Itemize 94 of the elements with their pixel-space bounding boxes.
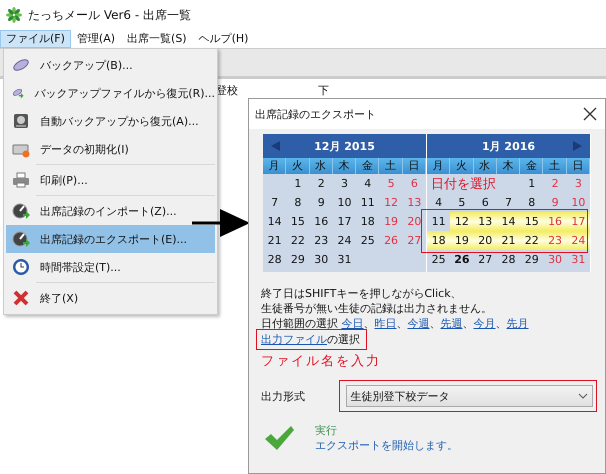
note-text: 生徒番号が無い生徒の記録は出力されません。	[261, 301, 493, 316]
date-range-link[interactable]: 今日	[342, 317, 364, 330]
menu-title[interactable]: ヘルプ(H)	[192, 30, 254, 48]
calendar-day[interactable]: 14	[496, 212, 520, 231]
calendar-day[interactable]: 18	[427, 231, 450, 250]
calendar-day[interactable]: 22	[520, 231, 544, 250]
date-range-link[interactable]: 先月	[506, 317, 528, 330]
calendar-day[interactable]: 15	[286, 212, 310, 231]
calendar-day[interactable]: 8	[286, 193, 310, 212]
calendar-day[interactable]: 22	[286, 231, 310, 250]
calendar-day[interactable]: 2	[310, 174, 333, 193]
menu-title[interactable]: ファイル(F)	[0, 30, 71, 48]
calendar-day[interactable]: 21	[496, 231, 520, 250]
calendar-day[interactable]: 18	[356, 212, 380, 231]
calendar-day[interactable]: 27	[474, 250, 497, 269]
annotation-text: 日付を選択	[431, 176, 496, 193]
calendar-day[interactable]: 19	[450, 231, 474, 250]
calendar-day[interactable]: 1	[520, 174, 544, 193]
calendar-day[interactable]: 30	[310, 250, 333, 269]
calendar-day[interactable]: 9	[310, 193, 333, 212]
month-title: 12月 2015	[314, 138, 375, 154]
calendar-day[interactable]: 28	[496, 250, 520, 269]
menu-item[interactable]: 時間帯設定(T)...	[6, 253, 215, 281]
menu-item[interactable]: データの初期化(I)	[6, 135, 215, 163]
calendar-day[interactable]: 21	[263, 231, 286, 250]
disc-icon	[12, 56, 30, 74]
calendar-day[interactable]: 6	[474, 193, 497, 212]
note-text: 終了日はSHIFTキーを押しながらClick、	[261, 286, 463, 301]
calendar-day[interactable]: 8	[520, 193, 544, 212]
column-header: 下	[318, 83, 329, 98]
calendar-day[interactable]: 17	[566, 212, 590, 231]
calendar-day[interactable]: 10	[332, 193, 356, 212]
month-title: 1月 2016	[482, 138, 536, 154]
calendar-day[interactable]: 20	[474, 231, 497, 250]
close-icon[interactable]	[583, 107, 597, 121]
printer-icon	[12, 171, 30, 189]
calendar-day[interactable]: 31	[332, 250, 356, 269]
calendar-day[interactable]: 1	[286, 174, 310, 193]
pointer-arrow	[192, 209, 250, 237]
close-icon	[12, 289, 30, 307]
date-range-text: 日付範囲の選択 今日、昨日、今週、先週、今月、先月	[261, 316, 530, 331]
checkmark-icon[interactable]	[263, 425, 295, 451]
calendar-day[interactable]: 17	[332, 212, 356, 231]
calendar-day[interactable]: 24	[566, 231, 590, 250]
menu-title[interactable]: 管理(A)	[70, 30, 122, 48]
calendar-day[interactable]: 7	[496, 193, 520, 212]
output-file-text: 出力ファイルの選択	[261, 332, 360, 347]
menu-item[interactable]: バックアップ(B)...	[6, 51, 215, 79]
calendar-day[interactable]: 14	[263, 212, 286, 231]
menu-item[interactable]: 自動バックアップから復元(A)...	[6, 107, 215, 135]
field-label: 出力形式	[261, 388, 306, 404]
annotation-text: ファイル名を入力	[261, 354, 382, 369]
date-range-link[interactable]: 今週	[408, 317, 430, 330]
menu-item[interactable]: 印刷(P)...	[6, 166, 215, 194]
date-range-link[interactable]: 先週	[440, 317, 462, 330]
calendar-day[interactable]: 25	[427, 250, 450, 269]
calendar-day[interactable]: 16	[543, 212, 567, 231]
calendar-day[interactable]: 23	[543, 231, 567, 250]
app-logo-icon	[6, 7, 22, 23]
calendar-day[interactable]: 24	[332, 231, 356, 250]
calendar-day[interactable]: 4	[427, 193, 450, 212]
date-range-link[interactable]: 昨日	[374, 317, 396, 330]
calendar-day[interactable]: 25	[356, 231, 380, 250]
menu-item[interactable]: バックアップファイルから復元(R)...	[6, 79, 215, 107]
drive-icon	[12, 112, 30, 130]
output-file-link[interactable]: 出力ファイル	[261, 333, 327, 346]
execute-description: エクスポートを開始します。	[315, 438, 458, 453]
next-month-icon[interactable]	[572, 141, 582, 151]
calendar-day[interactable]: 23	[310, 231, 333, 250]
calendar-day[interactable]: 3	[332, 174, 356, 193]
previous-month-icon[interactable]	[271, 141, 281, 151]
calendar-day[interactable]: 29	[520, 250, 544, 269]
calendar-day[interactable]: 28	[263, 250, 286, 269]
calendar-day[interactable]: 11	[427, 212, 450, 231]
chevron-icon	[578, 393, 588, 399]
calendar-day[interactable]: 26	[450, 250, 474, 269]
menu-title[interactable]: 出席一覧(S)	[121, 30, 193, 48]
calendar-day[interactable]: 16	[310, 212, 333, 231]
date-range-link[interactable]: 今月	[474, 317, 496, 330]
calendar-day[interactable]: 15	[520, 212, 544, 231]
calendar-day[interactable]: 13	[474, 212, 497, 231]
clock-icon	[12, 258, 30, 276]
calendar-day[interactable]: 11	[356, 193, 380, 212]
menu-item[interactable]: 終了(X)	[6, 284, 215, 312]
calendar-day[interactable]: 5	[450, 193, 474, 212]
window-title: たっちメール Ver6 - 出席一覧	[28, 6, 192, 24]
output-format-dropdown[interactable]: 生徒別登下校データ	[346, 385, 593, 407]
calendar-day[interactable]: 7	[263, 193, 286, 212]
calendar-day[interactable]: 4	[356, 174, 380, 193]
menu-item[interactable]: 出席記録のインポート(Z)...	[6, 197, 215, 225]
dialog-title: 出席記録のエクスポート	[255, 106, 376, 122]
calendar-day[interactable]: 29	[286, 250, 310, 269]
calendar-day[interactable]: 12	[450, 212, 474, 231]
menu-item[interactable]: 出席記録のエクスポート(E)...	[6, 225, 215, 253]
